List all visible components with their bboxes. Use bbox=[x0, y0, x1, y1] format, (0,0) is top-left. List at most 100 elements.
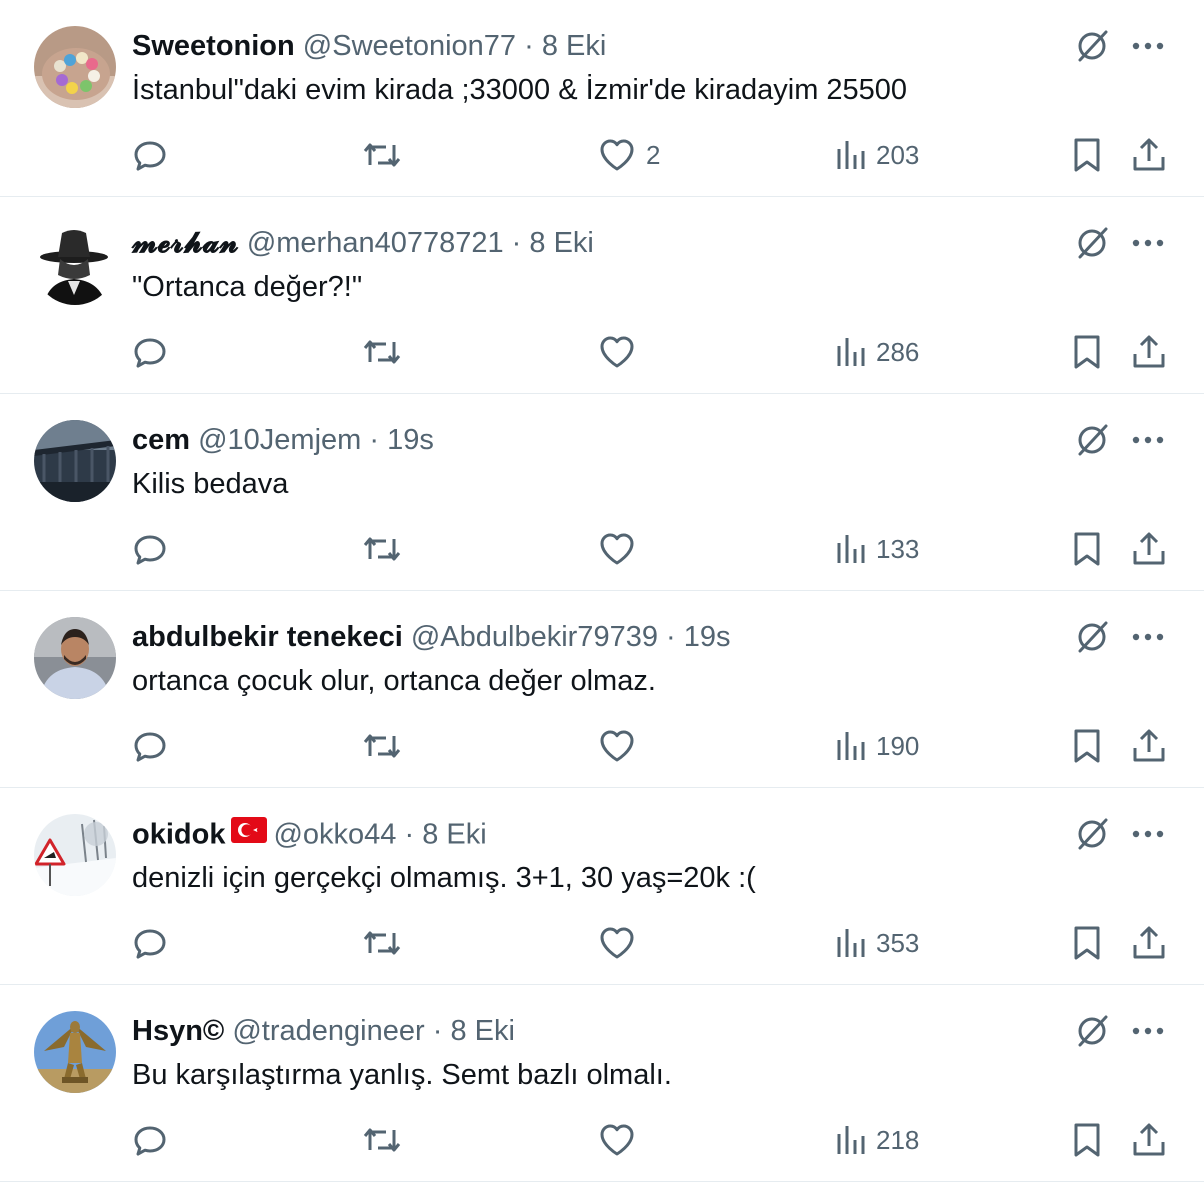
like-button[interactable] bbox=[598, 918, 646, 968]
heart-icon bbox=[600, 730, 634, 762]
share-button[interactable] bbox=[1132, 721, 1166, 771]
user-handle[interactable]: @tradengineer bbox=[232, 1015, 424, 1047]
display-name[interactable]: cem bbox=[132, 424, 190, 456]
more-options-icon[interactable] bbox=[1132, 41, 1164, 51]
like-button[interactable]: 2 bbox=[598, 130, 660, 180]
views-button[interactable]: 218 bbox=[836, 1115, 919, 1165]
reply-button[interactable] bbox=[132, 130, 168, 180]
share-button[interactable] bbox=[1132, 130, 1166, 180]
repost-button[interactable] bbox=[362, 1115, 402, 1165]
tweet[interactable]: abdulbekir tenekeci @Abdulbekir79739 · 1… bbox=[0, 591, 1204, 788]
separator-dot: · bbox=[666, 621, 676, 653]
reply-button[interactable] bbox=[132, 721, 168, 771]
views-button[interactable]: 203 bbox=[836, 130, 919, 180]
like-button[interactable] bbox=[598, 1115, 646, 1165]
share-button[interactable] bbox=[1132, 918, 1166, 968]
repost-icon bbox=[363, 931, 401, 955]
user-handle[interactable]: @10Jemjem bbox=[198, 424, 361, 456]
bookmark-button[interactable] bbox=[1072, 1115, 1102, 1165]
views-button[interactable]: 190 bbox=[836, 721, 919, 771]
separator-dot: · bbox=[432, 1015, 443, 1047]
like-button[interactable] bbox=[598, 524, 646, 574]
timestamp[interactable]: 19s bbox=[684, 621, 731, 653]
timestamp[interactable]: 19s bbox=[387, 424, 434, 456]
share-button[interactable] bbox=[1132, 524, 1166, 574]
views-button[interactable]: 353 bbox=[836, 918, 919, 968]
top-icons bbox=[1074, 1013, 1164, 1049]
avatar[interactable] bbox=[34, 814, 116, 896]
timestamp[interactable]: 8 Eki bbox=[450, 1015, 514, 1047]
display-name[interactable]: abdulbekir tenekeci bbox=[132, 621, 403, 653]
bookmark-button[interactable] bbox=[1072, 918, 1102, 968]
repost-button[interactable] bbox=[362, 327, 402, 377]
share-icon bbox=[1133, 532, 1165, 565]
reply-feed: Sweetonion @Sweetonion77 · 8 Eki İstanbu… bbox=[0, 0, 1204, 1182]
top-icons bbox=[1074, 225, 1164, 261]
more-options-icon[interactable] bbox=[1132, 829, 1164, 839]
reply-button[interactable] bbox=[132, 327, 168, 377]
tweet[interactable]: Sweetonion @Sweetonion77 · 8 Eki İstanbu… bbox=[0, 0, 1204, 197]
reply-button[interactable] bbox=[132, 1115, 168, 1165]
tweet-text: denizli için gerçekçi olmamış. 3+1, 30 y… bbox=[132, 862, 756, 894]
analytics-icon bbox=[837, 929, 865, 957]
display-name[interactable]: Sweetonion bbox=[132, 30, 295, 62]
timestamp[interactable]: 8 Eki bbox=[422, 819, 486, 851]
grok-icon[interactable] bbox=[1074, 1013, 1110, 1049]
grok-icon[interactable] bbox=[1074, 816, 1110, 852]
like-button[interactable] bbox=[598, 327, 646, 377]
user-handle[interactable]: @okko44 bbox=[273, 819, 396, 851]
bookmark-button[interactable] bbox=[1072, 721, 1102, 771]
reply-button[interactable] bbox=[132, 524, 168, 574]
reply-button[interactable] bbox=[132, 918, 168, 968]
more-options-icon[interactable] bbox=[1132, 238, 1164, 248]
view-count: 203 bbox=[876, 139, 920, 170]
view-count: 133 bbox=[876, 533, 920, 564]
views-button[interactable]: 286 bbox=[836, 327, 919, 377]
tweet[interactable]: 𝓶𝓮𝓻𝓱𝓪𝓷 @merhan40778721 · 8 Eki "Ortanca … bbox=[0, 197, 1204, 394]
display-name[interactable]: Hsyn© bbox=[132, 1015, 224, 1047]
avatar[interactable] bbox=[34, 223, 116, 305]
bookmark-button[interactable] bbox=[1072, 524, 1102, 574]
share-icon bbox=[1133, 729, 1165, 762]
grok-icon[interactable] bbox=[1074, 422, 1110, 458]
bookmark-button[interactable] bbox=[1072, 327, 1102, 377]
repost-button[interactable] bbox=[362, 721, 402, 771]
repost-button[interactable] bbox=[362, 130, 402, 180]
grok-icon[interactable] bbox=[1074, 619, 1110, 655]
more-options-icon[interactable] bbox=[1132, 1026, 1164, 1036]
bookmark-icon bbox=[1074, 138, 1100, 172]
timestamp[interactable]: 8 Eki bbox=[542, 30, 606, 62]
tweet[interactable]: Hsyn© @tradengineer · 8 Eki Bu karşılaşt… bbox=[0, 985, 1204, 1182]
bookmark-icon bbox=[1074, 335, 1100, 369]
avatar[interactable] bbox=[34, 617, 116, 699]
share-icon bbox=[1133, 1123, 1165, 1156]
share-button[interactable] bbox=[1132, 1115, 1166, 1165]
tweet[interactable]: cem @10Jemjem · 19s Kilis bedava 133 bbox=[0, 394, 1204, 591]
more-options-icon[interactable] bbox=[1132, 632, 1164, 642]
separator-dot: · bbox=[524, 30, 534, 62]
avatar[interactable] bbox=[34, 420, 116, 502]
repost-button[interactable] bbox=[362, 918, 402, 968]
user-handle[interactable]: @Sweetonion77 bbox=[303, 30, 516, 62]
repost-button[interactable] bbox=[362, 524, 402, 574]
display-name[interactable]: 𝓶𝓮𝓻𝓱𝓪𝓷 bbox=[132, 227, 239, 259]
more-options-icon[interactable] bbox=[1132, 435, 1164, 445]
avatar[interactable] bbox=[34, 26, 116, 108]
timestamp[interactable]: 8 Eki bbox=[529, 227, 593, 259]
action-bar: 2 203 bbox=[132, 130, 1172, 180]
share-button[interactable] bbox=[1132, 327, 1166, 377]
display-name[interactable]: okidok bbox=[132, 819, 225, 851]
tweet[interactable]: okidok @okko44 · 8 Eki denizli için gerçe… bbox=[0, 788, 1204, 985]
repost-icon bbox=[363, 340, 401, 364]
grok-icon[interactable] bbox=[1074, 225, 1110, 261]
avatar[interactable] bbox=[34, 1011, 116, 1093]
bookmark-button[interactable] bbox=[1072, 130, 1102, 180]
heart-icon bbox=[600, 533, 634, 565]
views-button[interactable]: 133 bbox=[836, 524, 919, 574]
grok-icon[interactable] bbox=[1074, 28, 1110, 64]
tweet-header: cem @10Jemjem · 19s bbox=[132, 420, 434, 460]
like-button[interactable] bbox=[598, 721, 646, 771]
tweet-text: Bu karşılaştırma yanlış. Semt bazlı olma… bbox=[132, 1059, 672, 1091]
user-handle[interactable]: @merhan40778721 bbox=[247, 227, 504, 259]
user-handle[interactable]: @Abdulbekir79739 bbox=[411, 621, 658, 653]
